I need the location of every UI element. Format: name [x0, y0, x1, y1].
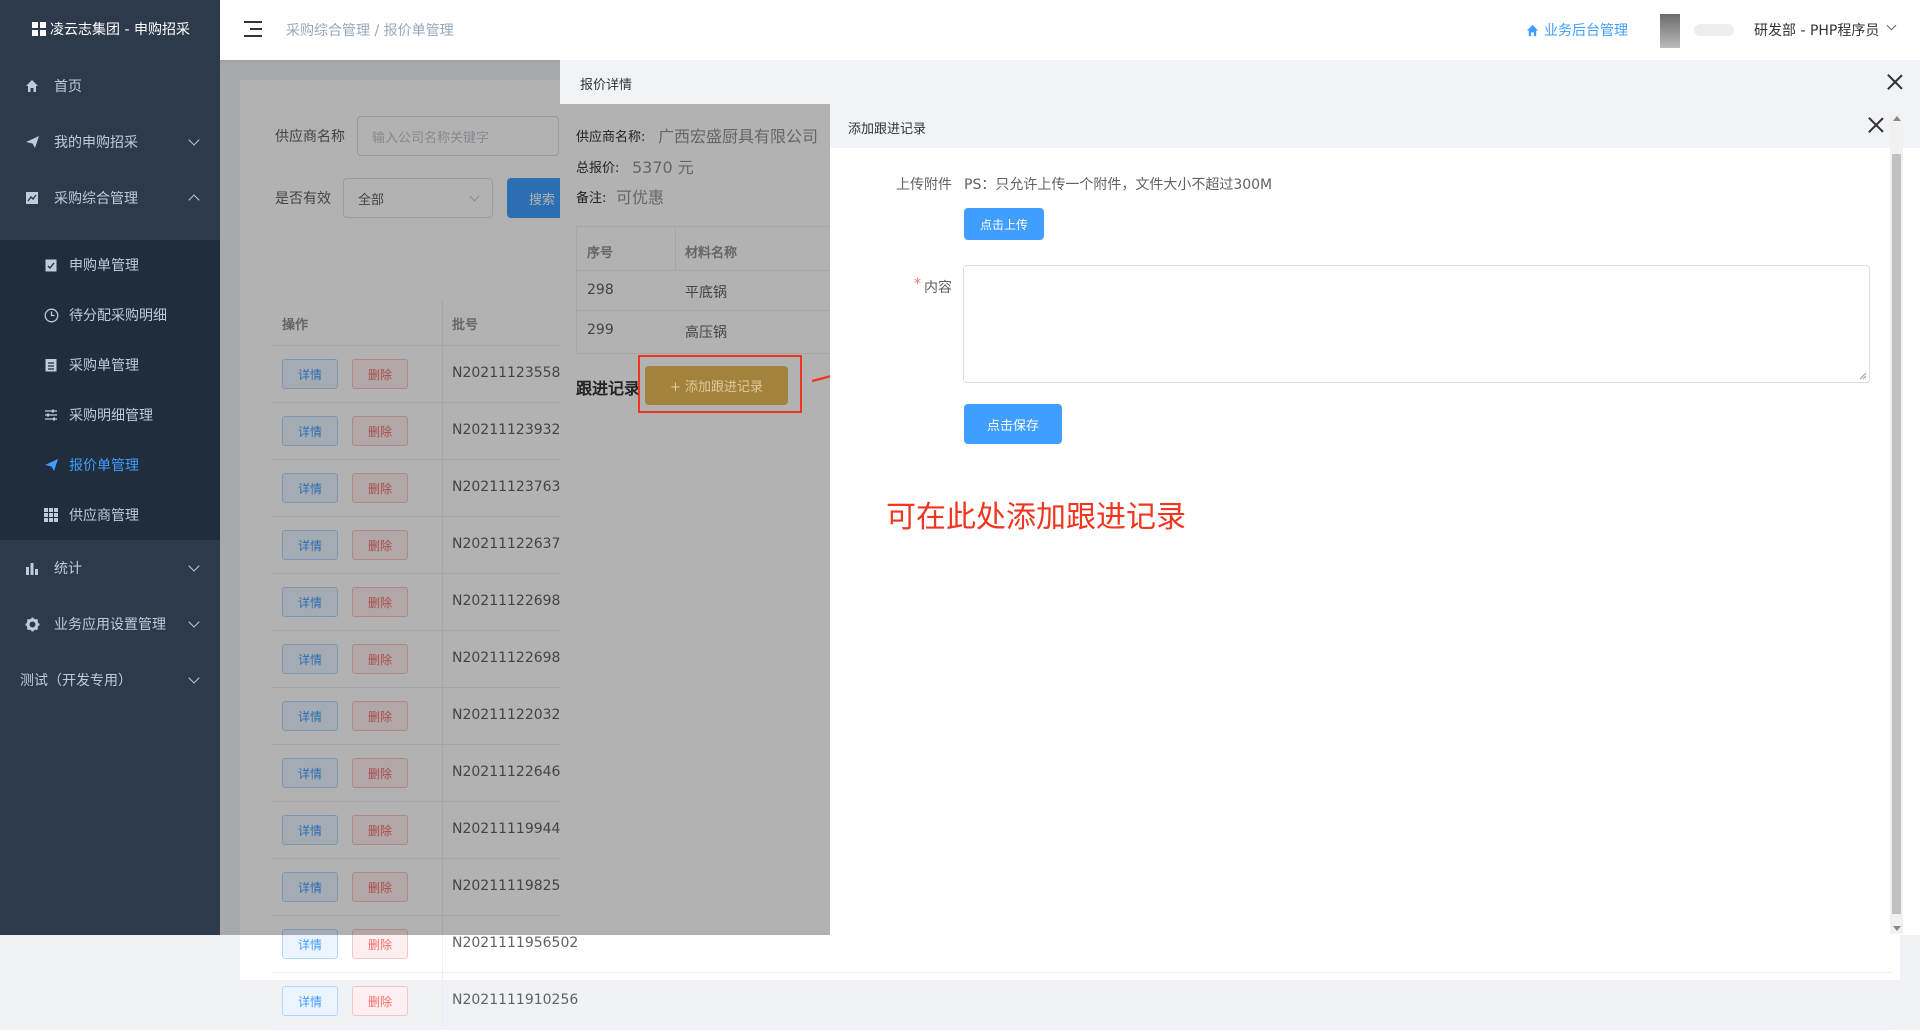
sidebar-item-my-purchase[interactable]: 我的申购招采 [0, 114, 220, 170]
sidebar-item-label: 采购综合管理 [54, 191, 138, 207]
chevron-up-icon [188, 194, 200, 206]
sidebar-item-label: 申购单管理 [69, 258, 139, 274]
sidebar-item-label: 采购单管理 [69, 358, 139, 374]
sidebar-item-test[interactable]: 测试（开发专用） [0, 652, 220, 708]
sidebar-item-home[interactable]: 首页 [0, 58, 220, 114]
sidebar-item-label: 待分配采购明细 [69, 308, 167, 324]
scroll-down-icon[interactable] [1893, 926, 1901, 931]
document-icon [43, 357, 59, 373]
sidebar-item-purchase-details[interactable]: 采购明细管理 [0, 390, 220, 440]
scroll-thumb[interactable] [1892, 154, 1901, 914]
sidebar-item-supplier[interactable]: 供应商管理 [0, 490, 220, 540]
sidebar-item-label: 报价单管理 [69, 458, 139, 474]
clock-icon [43, 307, 59, 323]
save-button-label: 点击保存 [986, 418, 1039, 434]
save-button[interactable]: 点击保存 [964, 404, 1062, 444]
detail-button[interactable]: 详情 [282, 986, 338, 1016]
drawer-title: 报价详情 [580, 78, 633, 93]
sidebar-item-label: 我的申购招采 [54, 135, 138, 151]
delete-button-label: 删除 [367, 937, 392, 952]
avatar[interactable] [1660, 14, 1680, 48]
app-logo[interactable]: 凌云志集团 - 申购招采 [0, 0, 220, 58]
menu-toggle-icon[interactable] [244, 21, 262, 37]
upload-hint: PS：只允许上传一个附件，文件大小不超过300M [964, 177, 1273, 193]
grid-icon [43, 507, 59, 523]
sidebar-item-purchase-order[interactable]: 采购单管理 [0, 340, 220, 390]
sidebar-item-purchase-management[interactable]: 采购综合管理 [0, 170, 220, 226]
send-icon [24, 134, 40, 150]
add-follow-record-button[interactable]: + 添加跟进记录 [645, 366, 788, 405]
chevron-down-icon [188, 134, 200, 146]
home-icon [24, 78, 40, 94]
sidebar-item-requisition[interactable]: 申购单管理 [0, 240, 220, 290]
content-textarea[interactable] [963, 265, 1870, 383]
sidebar-item-label: 采购明细管理 [69, 408, 153, 424]
chevron-down-icon [188, 616, 200, 628]
gear-icon [24, 616, 40, 632]
user-department[interactable]: 研发部 - PHP程序员 [1754, 20, 1879, 40]
add-follow-record-label: + 添加跟进记录 [669, 380, 764, 395]
close-icon[interactable] [1868, 117, 1884, 133]
business-backend-link[interactable]: 业务后台管理 [1526, 20, 1628, 40]
drawer-header: 报价详情 [560, 60, 1920, 104]
sidebar-item-label: 首页 [54, 79, 82, 95]
home-icon [1526, 24, 1539, 37]
scrollbar[interactable] [1890, 114, 1903, 934]
chevron-down-icon[interactable] [1886, 20, 1897, 31]
upload-attachment-label: 上传附件 [896, 177, 952, 193]
sidebar-item-settings[interactable]: 业务应用设置管理 [0, 596, 220, 652]
drawer-title: 添加跟进记录 [848, 122, 927, 137]
sidebar-submenu: 申购单管理 待分配采购明细 采购单管理 采购明细管理 报价单管理 供应商管理 [0, 240, 220, 540]
table-row: 详情 删除 N2021111910256 [272, 973, 1892, 1030]
sidebar-item-label: 供应商管理 [69, 508, 139, 524]
blurred-username [1694, 24, 1734, 36]
sidebar-item-quotation[interactable]: 报价单管理 [0, 440, 220, 490]
scroll-up-icon[interactable] [1893, 116, 1901, 121]
clipboard-icon [43, 257, 59, 273]
inner-overlay[interactable] [560, 104, 830, 935]
app-title: 凌云志集团 - 申购招采 [50, 22, 190, 38]
chevron-down-icon [188, 560, 200, 572]
drawer-header: 添加跟进记录 [830, 104, 1920, 148]
top-header: 采购综合管理 / 报价单管理 业务后台管理 研发部 - PHP程序员 [220, 0, 1920, 60]
chart-line-icon [24, 190, 40, 206]
batch-number: N2021111910256 [452, 992, 579, 1008]
detail-button-label: 详情 [297, 994, 322, 1009]
required-mark: * [914, 276, 921, 292]
resize-handle-icon[interactable] [1859, 372, 1867, 380]
sidebar-item-label: 统计 [54, 561, 82, 577]
grid-logo-icon [32, 22, 46, 36]
close-icon[interactable] [1887, 74, 1903, 90]
batch-number: N2021111956502 [452, 935, 579, 951]
delete-button-label: 删除 [367, 994, 392, 1009]
sidebar: 凌云志集团 - 申购招采 首页 我的申购招采 采购综合管理 申购单管理 待分配采… [0, 0, 220, 935]
delete-button[interactable]: 删除 [352, 986, 408, 1016]
upload-button[interactable]: 点击上传 [964, 208, 1044, 240]
sidebar-item-label: 测试（开发专用） [20, 673, 132, 689]
breadcrumb: 采购综合管理 / 报价单管理 [286, 23, 454, 39]
bar-chart-icon [24, 560, 40, 576]
business-backend-label: 业务后台管理 [1544, 23, 1628, 39]
sliders-icon [43, 407, 59, 423]
detail-button-label: 详情 [297, 937, 322, 952]
sidebar-item-label: 业务应用设置管理 [54, 617, 166, 633]
send-icon [43, 457, 59, 473]
chevron-down-icon [188, 672, 200, 684]
sidebar-item-statistics[interactable]: 统计 [0, 540, 220, 596]
upload-button-label: 点击上传 [979, 217, 1028, 232]
annotation-text: 可在此处添加跟进记录 [886, 500, 1186, 535]
sidebar-item-pending-details[interactable]: 待分配采购明细 [0, 290, 220, 340]
content-label: 内容 [924, 280, 952, 296]
